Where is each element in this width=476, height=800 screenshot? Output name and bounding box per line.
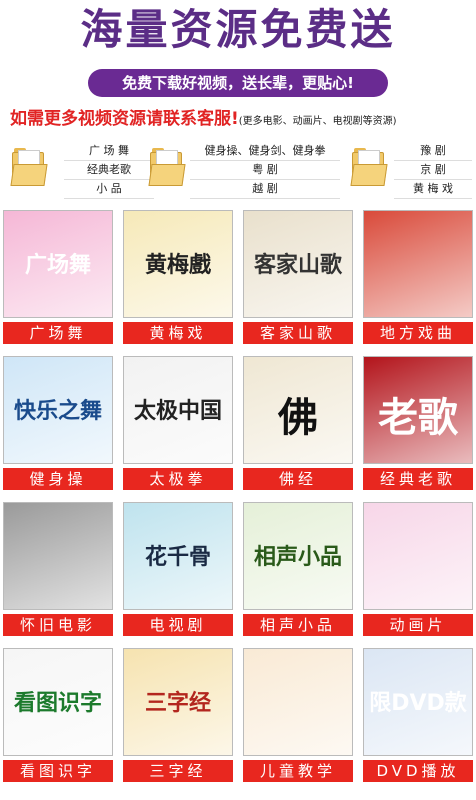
- folder-icon: [350, 146, 388, 186]
- thumbnail-title: 三字经: [144, 691, 211, 716]
- thumbnail-caption[interactable]: 地方戏曲: [363, 322, 473, 344]
- category-item[interactable]: 京 剧: [394, 161, 472, 180]
- contact-sub-text: (更多电影、动画片、电视剧等资源): [238, 116, 397, 127]
- thumbnail-caption[interactable]: 健身操: [3, 468, 113, 490]
- thumbnail-title: 快乐之舞: [13, 399, 102, 424]
- category-strip: 广 场 舞 经典老歌 小 品 健身操、健身剑、健身拳 粤 剧 越 剧 豫 剧 京…: [0, 140, 476, 200]
- contact-line: 如需更多视频资源请联系客服!(更多电影、动画片、电视剧等资源): [10, 104, 476, 130]
- video-thumbnail[interactable]: 佛: [243, 356, 353, 464]
- thumbnail-caption[interactable]: 相声小品: [243, 614, 353, 636]
- thumbnail-title: 太极中国: [133, 399, 222, 424]
- thumbnail-title: 佛: [278, 395, 318, 441]
- video-thumbnail[interactable]: [363, 210, 473, 318]
- video-thumbnail[interactable]: 广场舞: [3, 210, 113, 318]
- headline: 海量资源免费送: [80, 5, 396, 54]
- video-thumbnail[interactable]: 黄梅戲: [123, 210, 233, 318]
- folder-icon: [10, 146, 48, 186]
- thumbnail-caption[interactable]: 看图识字: [3, 760, 113, 782]
- category-group-3: 豫 剧 京 剧 黄 梅 戏: [350, 140, 472, 200]
- category-item[interactable]: 广 场 舞: [64, 142, 154, 161]
- category-item[interactable]: 小 品: [64, 180, 154, 199]
- video-thumbnail[interactable]: [3, 502, 113, 610]
- thumbnail-caption[interactable]: 太极拳: [123, 468, 233, 490]
- thumbnail-caption[interactable]: 三字经: [123, 760, 233, 782]
- category-item[interactable]: 豫 剧: [394, 142, 472, 161]
- thumbnail-caption[interactable]: 经典老歌: [363, 468, 473, 490]
- folder-icon: [148, 146, 186, 186]
- category-item[interactable]: 黄 梅 戏: [394, 180, 472, 199]
- thumbnail-caption[interactable]: DVD播放: [363, 760, 473, 782]
- thumbnail-caption[interactable]: 客家山歌: [243, 322, 353, 344]
- thumbnail-title: 花千骨: [144, 545, 211, 570]
- category-group-1: 广 场 舞 经典老歌 小 品: [10, 140, 154, 200]
- category-item[interactable]: 粤 剧: [190, 161, 340, 180]
- thumbnail-title: 广场舞: [24, 253, 91, 278]
- thumbnail-title: 限DVD款: [369, 691, 467, 716]
- thumbnail-title: 相声小品: [253, 545, 342, 570]
- thumbnail-title: 客家山歌: [253, 253, 342, 278]
- category-item[interactable]: 健身操、健身剑、健身拳: [190, 142, 340, 161]
- video-thumbnail[interactable]: 快乐之舞: [3, 356, 113, 464]
- thumbnail-caption[interactable]: 黄梅戏: [123, 322, 233, 344]
- video-thumbnail[interactable]: 限DVD款: [363, 648, 473, 756]
- slogan-banner: 免费下载好视频，送长辈，更贴心!: [88, 69, 388, 97]
- thumbnail-caption[interactable]: 电视剧: [123, 614, 233, 636]
- video-thumbnail[interactable]: 老歌: [363, 356, 473, 464]
- thumbnail-title: 老歌: [378, 395, 458, 441]
- video-thumbnail[interactable]: 太极中国: [123, 356, 233, 464]
- video-thumbnail[interactable]: 看图识字: [3, 648, 113, 756]
- thumbnail-title: 看图识字: [13, 691, 102, 716]
- contact-main-text: 如需更多视频资源请联系客服!: [10, 109, 239, 129]
- thumbnail-caption[interactable]: 佛经: [243, 468, 353, 490]
- category-item[interactable]: 经典老歌: [64, 161, 154, 180]
- video-thumbnail[interactable]: 三字经: [123, 648, 233, 756]
- category-item[interactable]: 越 剧: [190, 180, 340, 199]
- video-thumbnail[interactable]: 花千骨: [123, 502, 233, 610]
- thumbnail-caption[interactable]: 怀旧电影: [3, 614, 113, 636]
- video-thumbnail[interactable]: 客家山歌: [243, 210, 353, 318]
- thumbnail-caption[interactable]: 广场舞: [3, 322, 113, 344]
- thumbnail-caption[interactable]: 儿童教学: [243, 760, 353, 782]
- thumbnail-caption[interactable]: 动画片: [363, 614, 473, 636]
- category-group-2: 健身操、健身剑、健身拳 粤 剧 越 剧: [148, 140, 340, 200]
- video-thumbnail[interactable]: [363, 502, 473, 610]
- video-thumbnail[interactable]: [243, 648, 353, 756]
- video-thumbnail[interactable]: 相声小品: [243, 502, 353, 610]
- thumbnail-title: 黄梅戲: [144, 253, 211, 278]
